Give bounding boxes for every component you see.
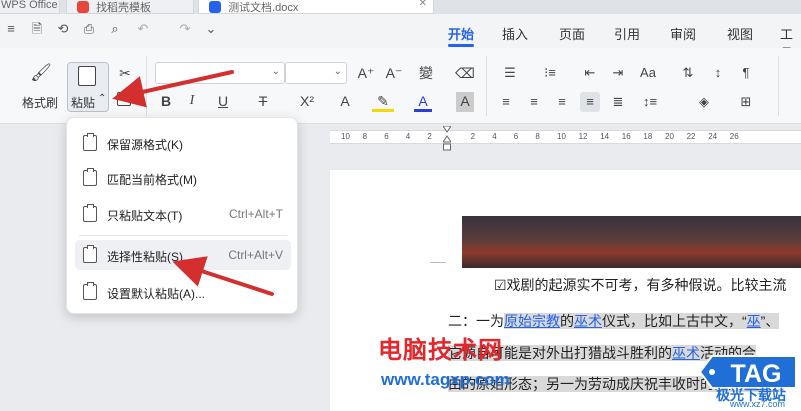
tag-logo-text: TAG <box>731 360 782 388</box>
watermark-title: 电脑技术网 <box>378 337 503 364</box>
arrow-to-paste <box>112 70 234 108</box>
arrow-to-paste-special <box>172 256 274 296</box>
watermark-sub-url: www.xz7.com <box>730 399 786 409</box>
watermark-url: www.tagxp.com <box>381 370 510 389</box>
